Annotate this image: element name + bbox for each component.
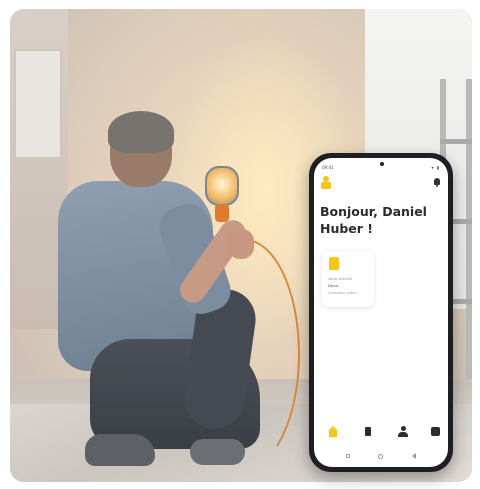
worker-shoe [190,439,245,465]
camera-dot [380,162,384,166]
back-icon[interactable] [411,453,416,459]
user-icon[interactable] [397,426,409,438]
status-time: 09:41 [322,164,334,170]
worker-shoe [85,434,155,466]
bottom-tab-bar [314,422,448,442]
worker-hand [228,229,254,259]
bell-body [434,178,440,185]
android-nav-bar [314,450,448,462]
ladder-rung [440,139,472,144]
recents-icon[interactable] [346,454,351,458]
bell-clapper [436,185,438,187]
app-logo-icon [321,176,331,190]
work-lamp [205,166,239,222]
lamp-handle [215,204,229,222]
document-icon[interactable] [362,426,374,438]
phone-mockup: 09:41 ▾ ▮ Bonjour, Daniel Huber ! Votre … [309,153,453,472]
more-icon[interactable] [430,426,442,438]
bell-icon[interactable] [433,178,441,187]
logo-base [321,182,331,189]
greeting-title: Bonjour, Daniel Huber ! [320,204,427,236]
document-sheet [365,427,371,436]
activity-card[interactable]: Votre Activité Devis Consulter votre... [322,251,374,307]
home-icon[interactable] [327,426,339,438]
user-body [398,432,408,437]
worker-hair [108,111,174,153]
phone-screen: 09:41 ▾ ▮ Bonjour, Daniel Huber ! Votre … [314,158,448,467]
user-head [401,426,406,431]
card-value: Devis [328,283,339,288]
document-icon [329,257,339,270]
worker-figure [50,109,280,479]
card-subtitle: Consulter votre... [328,291,360,295]
status-icons: ▾ ▮ [431,164,440,170]
card-label: Votre Activité [328,277,353,281]
more-square [431,427,440,436]
lamp-cage [205,166,239,206]
home-base [329,431,337,437]
home-circle-icon[interactable] [378,453,384,459]
